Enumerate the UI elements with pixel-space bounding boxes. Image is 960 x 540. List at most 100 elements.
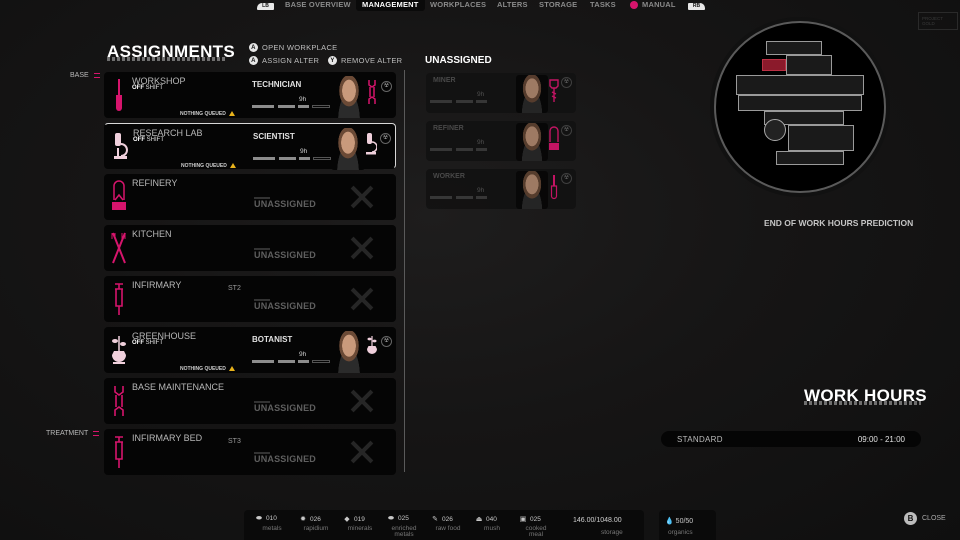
hours-label: 9h [299, 96, 307, 103]
close-button[interactable]: B CLOSE [904, 512, 946, 525]
workplace-card-base-maintenance[interactable]: BASE MAINTENANCE UNASSIGNED [104, 378, 396, 424]
top-nav: LB BASE OVERVIEW MANAGEMENT WORKPLACES A… [0, 0, 960, 12]
workplace-card-infirmary[interactable]: INFIRMARY ST2 UNASSIGNED [104, 276, 396, 322]
radiation-dial-icon[interactable]: ☢ [381, 81, 392, 92]
unassigned-status: UNASSIGNED [254, 301, 317, 311]
alter-portrait [516, 75, 548, 113]
shift-status: OFF SHIFT [132, 340, 164, 346]
resource-raw-food: ✎ 026 raw food [430, 515, 470, 532]
workplace-list-scrollbar[interactable] [404, 70, 405, 472]
map-room [766, 41, 822, 55]
work-hours-selector[interactable]: STANDARD 09:00 - 21:00 [661, 431, 921, 447]
button-y-icon: Y [328, 56, 337, 65]
group-marker-icon [93, 431, 100, 436]
alter-portrait [332, 331, 366, 373]
group-marker-icon [93, 73, 100, 78]
tab-storage[interactable]: STORAGE [539, 0, 577, 11]
workplace-name: BASE MAINTENANCE [132, 382, 225, 392]
microscope-icon [366, 133, 377, 155]
hours-segment [298, 105, 309, 108]
hours-segment [456, 196, 473, 199]
refinery-icon [549, 126, 559, 150]
hours-label: 9h [477, 187, 485, 194]
microscope-icon [114, 133, 128, 159]
workplace-card-greenhouse[interactable]: GREENHOUSE OFF SHIFT BOTANIST 9h NOTHING… [104, 327, 396, 373]
alter-portrait [331, 128, 365, 170]
workplace-card-research-lab[interactable]: RESEARCH LAB OFF SHIFT SCIENTIST 9h NOTH… [104, 123, 396, 170]
lb-bumper[interactable]: LB [257, 3, 274, 10]
empty-slot-x-icon [350, 287, 374, 311]
tab-alters[interactable]: ALTERS [497, 0, 528, 11]
tab-manual[interactable]: MANUAL [642, 0, 676, 11]
hint-remove-alter: Y REMOVE ALTER [328, 56, 402, 65]
work-hours-prediction-label: END OF WORK HOURS PREDICTION [764, 218, 914, 228]
alter-role: BOTANIST [252, 335, 293, 344]
work-hours-bar: 9h [430, 91, 510, 105]
empty-slot-x-icon [350, 185, 374, 209]
tab-workplaces[interactable]: WORKPLACES [430, 0, 486, 11]
raw-food-icon: ✎ [432, 516, 438, 523]
hint-assign-alter: A ASSIGN ALTER [249, 56, 319, 65]
radiation-dial-icon[interactable]: ☢ [381, 336, 392, 347]
radiation-dial-icon[interactable]: ☢ [561, 125, 572, 136]
workplace-card-kitchen[interactable]: KITCHEN UNASSIGNED [104, 225, 396, 271]
hours-label: 9h [477, 139, 485, 146]
map-room-highlighted [762, 59, 786, 71]
workplace-card-infirmary-bed[interactable]: INFIRMARY BED ST3 UNASSIGNED [104, 429, 396, 475]
alter-role: MINER [433, 77, 456, 84]
group-label-text: BASE [70, 72, 89, 79]
resource-cooked-meal: ▣ 025 cooked meal [519, 516, 547, 538]
resource-organics: 💧 50/50 organics [659, 510, 716, 540]
tab-management[interactable]: MANAGEMENT [356, 0, 425, 11]
work-hours-bar: 9h [253, 148, 333, 162]
unassigned-status: UNASSIGNED [254, 199, 317, 209]
button-a-icon: A [249, 56, 258, 65]
resource-rapidium: ✹ 026 rapidium [298, 515, 338, 532]
hours-segment [476, 196, 487, 199]
tab-base-overview[interactable]: BASE OVERVIEW [285, 0, 351, 11]
base-minimap[interactable] [714, 21, 886, 193]
workplace-tag: ST3 [228, 438, 241, 445]
radiation-dial-icon[interactable]: ☢ [561, 77, 572, 88]
group-label-base: BASE [70, 72, 100, 79]
hours-segment [430, 196, 452, 199]
hours-segment [430, 148, 452, 151]
radiation-dial-icon[interactable]: ☢ [380, 133, 391, 144]
project-gold-logo: PROJECT GOLD [918, 12, 958, 30]
unassigned-status: UNASSIGNED [254, 250, 317, 260]
workplace-name: KITCHEN [132, 229, 172, 239]
hours-segment [278, 105, 295, 108]
workplace-name: INFIRMARY [132, 280, 182, 290]
alter-card-worker[interactable]: WORKER 9h ☢ [426, 169, 576, 209]
hours-label: 9h [299, 351, 307, 358]
tab-tasks[interactable]: TASKS [590, 0, 616, 11]
alter-portrait [516, 123, 548, 161]
hours-segment [278, 360, 295, 363]
title-reflection [804, 401, 921, 405]
hours-segment [476, 100, 487, 103]
unassigned-title: UNASSIGNED [425, 55, 492, 66]
radiation-dial-icon[interactable]: ☢ [561, 173, 572, 184]
alter-card-refiner[interactable]: REFINER 9h ☢ [426, 121, 576, 161]
hint-label: OPEN WORKPLACE [262, 43, 338, 52]
shift-status: OFF SHIFT [133, 137, 165, 143]
work-hours-bar: 9h [252, 351, 332, 365]
close-label: CLOSE [922, 515, 946, 522]
workplace-card-refinery[interactable]: REFINERY UNASSIGNED [104, 174, 396, 220]
empty-slot-x-icon [350, 389, 374, 413]
rb-bumper[interactable]: RB [688, 3, 705, 10]
workplace-list: WORKSHOP OFF SHIFT TECHNICIAN 9h NOTHING… [104, 72, 396, 480]
resource-metals: ⬬ 010 metals [256, 515, 282, 532]
hint-label: REMOVE ALTER [341, 56, 403, 65]
map-room [786, 55, 832, 75]
hint-label: ASSIGN ALTER [262, 56, 320, 65]
rapidium-icon: ✹ [300, 516, 306, 523]
alter-role: WORKER [433, 173, 465, 180]
hours-segment [279, 157, 296, 160]
workplace-card-workshop[interactable]: WORKSHOP OFF SHIFT TECHNICIAN 9h NOTHING… [104, 72, 396, 118]
refinery-icon [112, 180, 126, 210]
organics-label: organics [668, 529, 693, 536]
alter-card-miner[interactable]: MINER 9h ☢ [426, 73, 576, 113]
hours-segment [252, 360, 274, 363]
warning-icon [229, 163, 236, 168]
